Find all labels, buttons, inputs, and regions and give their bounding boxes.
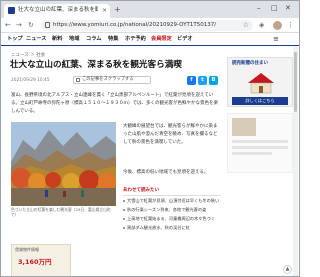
sidebar-text-line [232, 146, 288, 149]
sidebar-ad[interactable]: 読売新聞の住まい 詳しくはこちら [227, 57, 293, 107]
article-body-paragraph-2: 今後、標高の低い地域でも見頃を迎える。 [123, 170, 209, 175]
scrap-label: この記事をスクラップする [82, 77, 134, 82]
autumn-mountain-image [11, 122, 116, 206]
profile-avatar[interactable] [273, 21, 282, 30]
browser-window: 壮大な立山の紅葉、深まる秋を観光客ら × + – □ ✕ ← → ↻ https… [0, 0, 300, 277]
scrap-icon [76, 78, 80, 82]
hatena-bookmark-icon[interactable]: B [209, 76, 218, 85]
related-link[interactable]: 大雪山で紅葉が見頃、山頂付近は早くも冬の装い [123, 196, 221, 205]
sidebar-text-line [232, 140, 288, 143]
breadcrumb[interactable]: ニュース ＞ 社会 [11, 52, 45, 59]
extensions-icon[interactable]: ◈ [259, 21, 264, 30]
page-scrollbar[interactable] [293, 46, 298, 276]
nav-item-hotel[interactable]: ホテ予約 [125, 35, 146, 44]
scrollbar-thumb[interactable] [294, 52, 297, 112]
related-link[interactable]: 上高地で紅葉始まる、河童橋周辺の木々色づく [123, 214, 221, 223]
twitter-share-icon[interactable]: t [198, 76, 207, 85]
more-menu-icon[interactable]: ⋮ [287, 21, 294, 30]
minimize-button[interactable]: – [257, 3, 261, 13]
sidebar-text-line [232, 152, 272, 155]
tab-title: 壮大な立山の紅葉、深まる秋を観光客ら [18, 7, 98, 13]
nav-item-features[interactable]: 特集 [108, 35, 118, 44]
sidebar-thumbnail [232, 118, 256, 136]
nav-item-members[interactable]: 会員限定 [151, 35, 172, 44]
bookmark-star-icon[interactable]: ☆ [243, 21, 249, 30]
url-text: https://www.yomiuri.co.jp/national/20210… [53, 22, 217, 28]
address-bar[interactable]: https://www.yomiuri.co.jp/national/20210… [41, 20, 253, 31]
lock-icon [45, 22, 50, 28]
tab-strip: 壮大な立山の紅葉、深まる秋を観光客ら × + – □ ✕ [1, 1, 299, 18]
scrap-article-button[interactable]: この記事をスクラップする [73, 76, 151, 84]
related-link[interactable]: 黒部ダム観光放水、秋の渓谷に虹 [123, 223, 221, 232]
photo-caption: 色づいた立山の紅葉を楽しむ観光客（29日、富山県立山町で） [11, 207, 111, 217]
related-articles: あわせて読みたい 大雪山で紅葉が見頃、山頂付近は早くも冬の装い 秋の行楽シーズン… [123, 187, 221, 275]
article-body-paragraph: 大観峰の展望台では、観光客らが鮮やかに染まった山肌や澄んだ青空を眺め、写真を撮る… [123, 124, 218, 145]
tab-close-icon[interactable]: × [102, 6, 107, 15]
ad-price: 3,160万円 [18, 258, 52, 266]
nav-item-video[interactable]: ビデオ [177, 35, 193, 44]
ad-label: 賃貸物件情報 [15, 247, 39, 252]
nav-item-column[interactable]: コラム [86, 35, 101, 44]
site-navigation: トップ ニュース 新料 地域 コラム 特集 ホテ予約 会員限定 ビデオ ≡ [1, 33, 299, 46]
forward-arrow-icon[interactable]: → [16, 21, 22, 30]
back-to-top-button[interactable]: ▲ [283, 265, 292, 274]
ad-brand: 読売新聞の住まい [232, 61, 268, 66]
nav-item-news[interactable]: ニュース [26, 35, 47, 44]
browser-toolbar: ← → ↻ https://www.yomiuri.co.jp/national… [1, 18, 299, 33]
related-link[interactable]: 秋の行楽シーズン到来、各地で観光客の姿 [123, 205, 221, 214]
article-headline: 壮大な立山の紅葉、深まる秋を観光客ら満喫 [10, 60, 182, 70]
hamburger-menu-icon[interactable]: ≡ [273, 35, 279, 44]
publish-date: 2021/09/29 10:45 [11, 78, 50, 83]
nav-item-top[interactable]: トップ [7, 35, 23, 44]
article-meta: 2021/09/29 10:45 この記事をスクラップする f t B [11, 76, 219, 85]
ad-cta-button[interactable]: 詳しくはこちら [232, 97, 288, 105]
site-favicon-icon [8, 7, 15, 14]
related-heading: あわせて読みたい [123, 187, 221, 196]
house-icon [248, 73, 274, 94]
nav-item-price[interactable]: 新料 [52, 35, 62, 44]
new-tab-button[interactable]: + [114, 5, 121, 14]
browser-tab[interactable]: 壮大な立山の紅葉、深まる秋を観光客ら × [4, 4, 110, 18]
reload-icon[interactable]: ↻ [28, 21, 34, 30]
property-ad[interactable]: 賃貸物件情報 3,160万円 [11, 244, 71, 276]
sidebar-placeholder-block [227, 113, 293, 173]
back-arrow-icon[interactable]: ← [5, 21, 11, 30]
facebook-share-icon[interactable]: f [187, 76, 196, 85]
close-window-button[interactable]: ✕ [285, 3, 291, 13]
nav-item-region[interactable]: 地域 [69, 35, 79, 44]
maximize-button[interactable]: □ [271, 3, 278, 13]
article-lead: 富山、長野県境の北アルプス・立山連峰を貫く「立山黒部アルペンルート」で紅葉が見頃… [11, 93, 218, 114]
article-photo[interactable] [11, 122, 116, 206]
